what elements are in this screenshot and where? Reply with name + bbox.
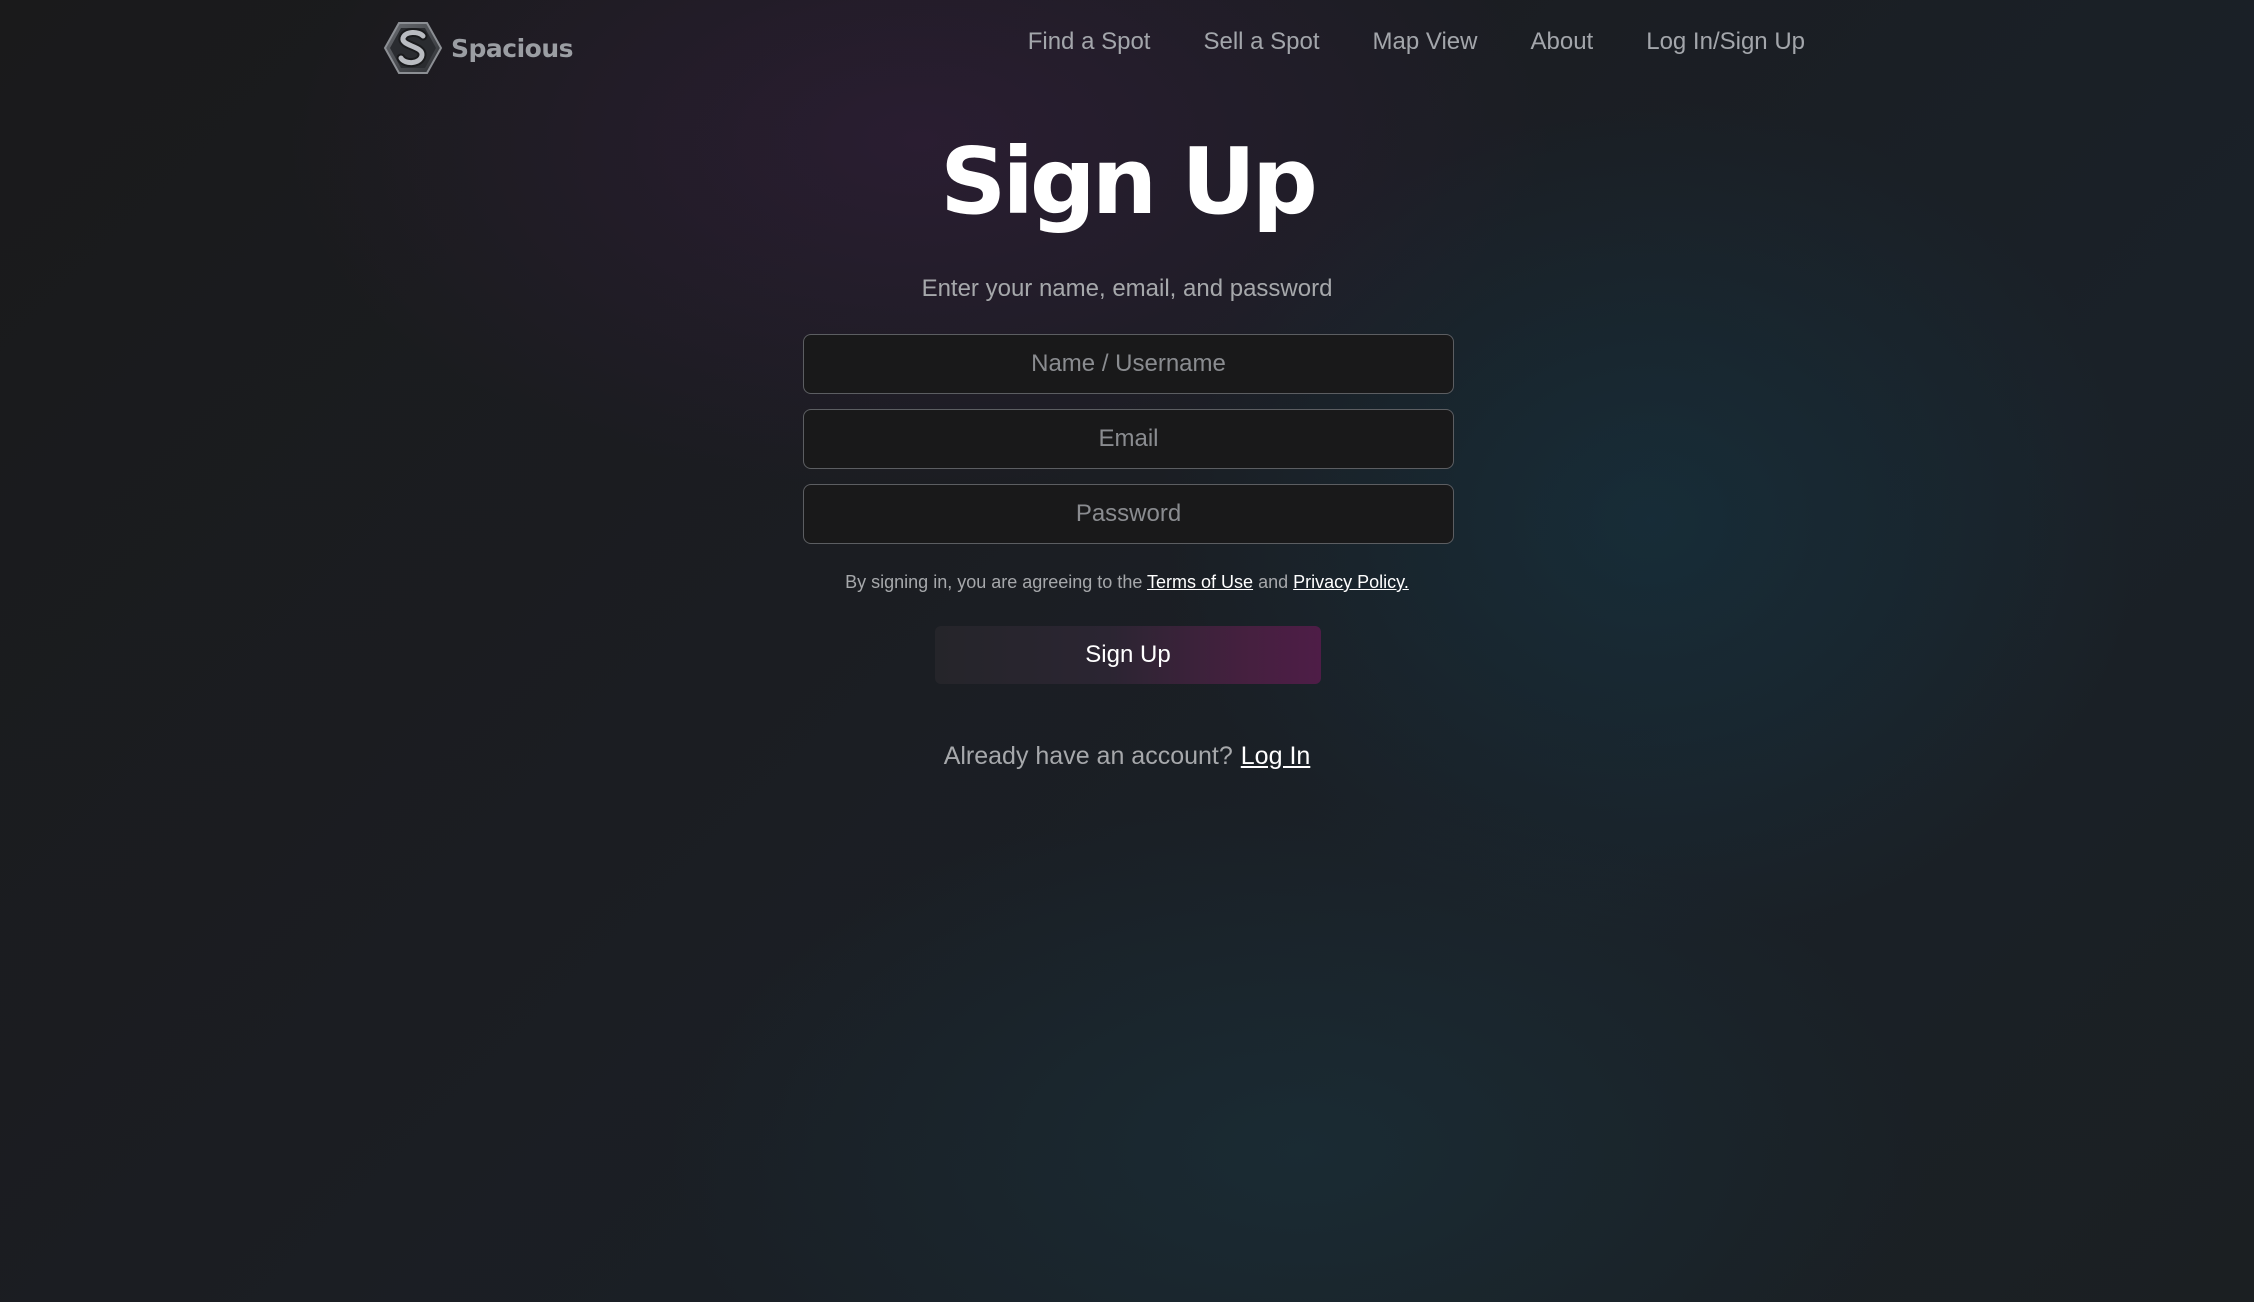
password-input[interactable] xyxy=(803,484,1454,544)
main-nav: Find a Spot Sell a Spot Map View About L… xyxy=(1028,28,1805,56)
brand-home-link[interactable]: Spacious xyxy=(383,20,574,76)
privacy-policy-link[interactable]: Privacy Policy. xyxy=(1293,572,1409,592)
terms-prefix: By signing in, you are agreeing to the xyxy=(845,572,1143,592)
nav-map-view[interactable]: Map View xyxy=(1373,28,1478,56)
hexagon-s-logo-icon xyxy=(383,22,443,74)
sign-up-button[interactable]: Sign Up xyxy=(935,626,1321,684)
form-subtitle: Enter your name, email, and password xyxy=(921,275,1333,302)
log-in-link[interactable]: Log In xyxy=(1241,742,1311,770)
nav-login-signup[interactable]: Log In/Sign Up xyxy=(1646,28,1805,56)
already-account-text: Already have an account? xyxy=(943,742,1233,770)
terms-and: and xyxy=(1258,572,1289,592)
terms-notice: By signing in, you are agreeing to the T… xyxy=(0,572,2254,593)
nav-about[interactable]: About xyxy=(1531,28,1594,56)
site-header: Spacious Find a Spot Sell a Spot Map Vie… xyxy=(0,0,2254,94)
page-title: Sign Up xyxy=(940,128,1318,235)
nav-sell-spot[interactable]: Sell a Spot xyxy=(1203,28,1319,56)
brand-name: Spacious xyxy=(451,33,574,63)
terms-of-use-link[interactable]: Terms of Use xyxy=(1147,572,1253,592)
name-input[interactable] xyxy=(803,334,1454,394)
nav-find-spot[interactable]: Find a Spot xyxy=(1028,28,1151,56)
email-input[interactable] xyxy=(803,409,1454,469)
login-prompt: Already have an account? Log In xyxy=(0,742,2254,771)
